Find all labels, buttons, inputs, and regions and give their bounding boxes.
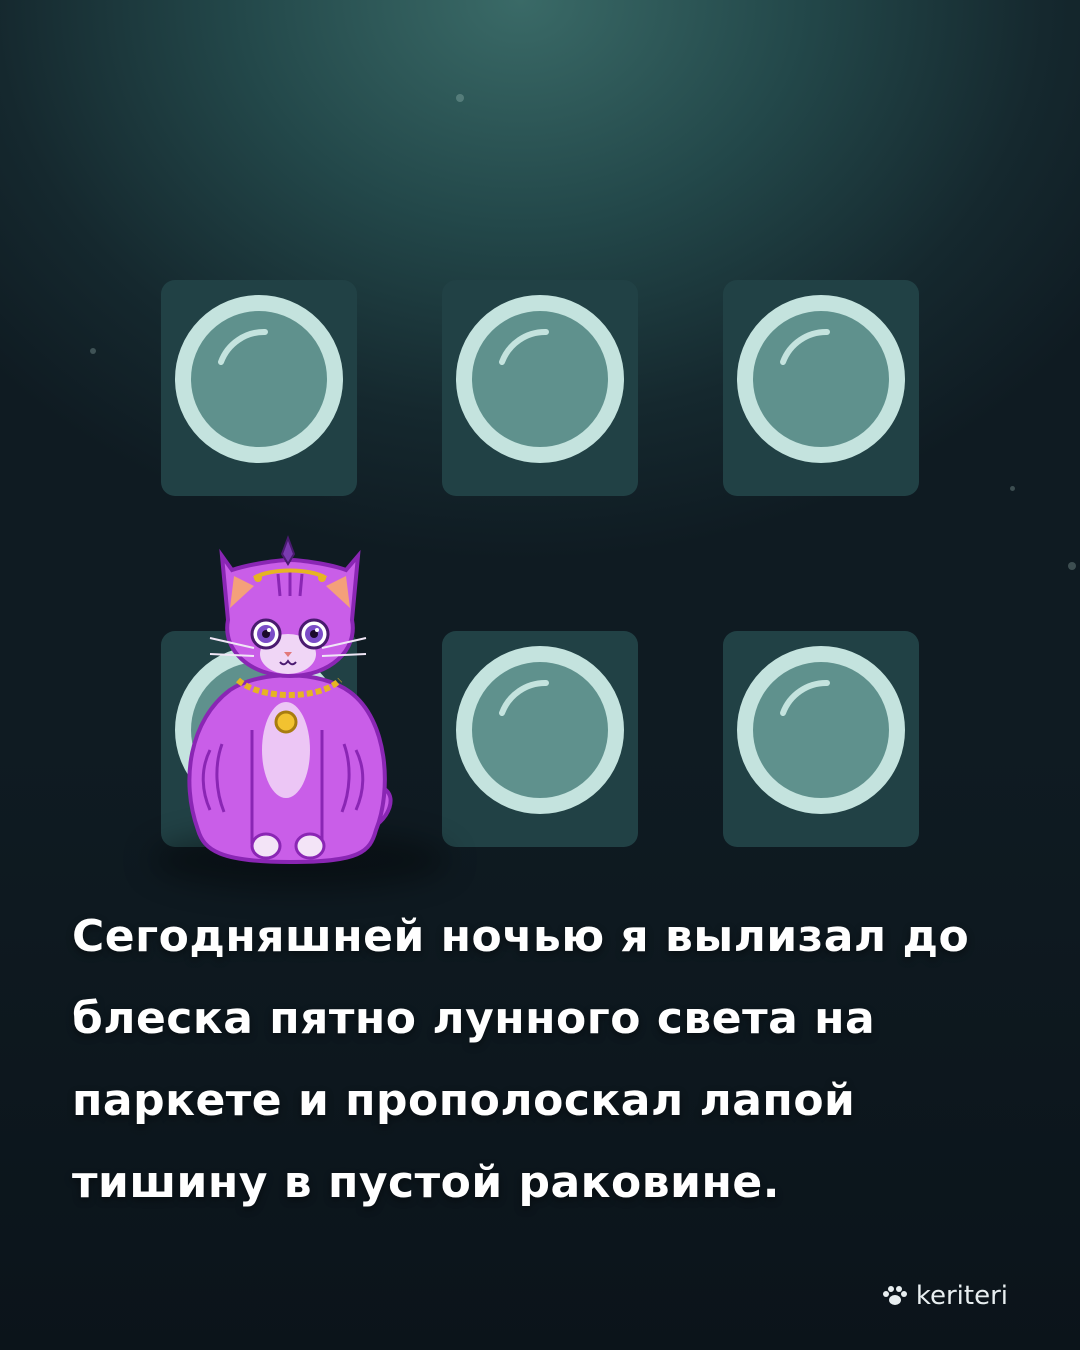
caption-line: паркете и прополоскал лапой bbox=[72, 1075, 856, 1126]
bubble-tile[interactable] bbox=[442, 631, 638, 847]
dust-particle bbox=[1068, 562, 1076, 570]
bubble-icon bbox=[737, 646, 905, 814]
bubble-tile[interactable] bbox=[723, 280, 919, 496]
story-caption: Сегодняшней ночью я вылизал до блеска пя… bbox=[72, 896, 1032, 1224]
bubble-tile[interactable] bbox=[723, 631, 919, 847]
dust-particle bbox=[456, 94, 464, 102]
bubble-tile[interactable] bbox=[442, 280, 638, 496]
bubble-tile[interactable] bbox=[161, 280, 357, 496]
brand-logo[interactable]: keriteri bbox=[882, 1276, 1008, 1316]
bubble-icon bbox=[737, 295, 905, 463]
caption-line: блеска пятно лунного света на bbox=[72, 993, 876, 1044]
cat-character[interactable] bbox=[170, 530, 410, 870]
bubble-icon bbox=[456, 646, 624, 814]
bubble-icon bbox=[456, 295, 624, 463]
bubble-icon bbox=[175, 295, 343, 463]
caption-line: тишину в пустой раковине. bbox=[72, 1157, 780, 1208]
paw-icon bbox=[882, 1286, 907, 1305]
brand-name: keriteri bbox=[915, 1281, 1008, 1311]
dust-particle bbox=[90, 348, 96, 354]
dust-particle bbox=[1010, 486, 1015, 491]
caption-line: Сегодняшней ночью я вылизал до bbox=[72, 911, 970, 962]
